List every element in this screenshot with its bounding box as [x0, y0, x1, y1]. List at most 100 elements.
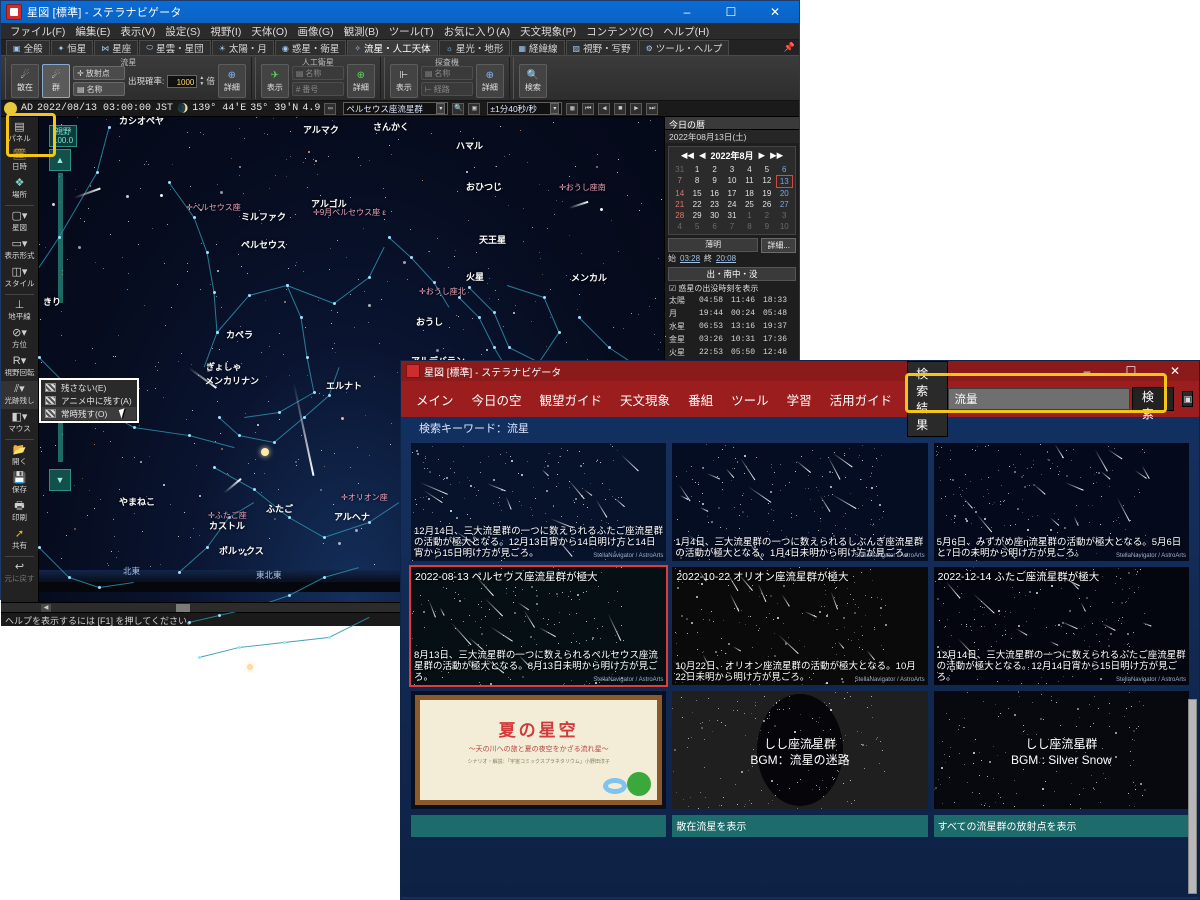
satellite-number-toggle[interactable]: # 番号: [291, 82, 344, 96]
calendar-day[interactable]: 19: [758, 188, 775, 199]
satellite-detail-button[interactable]: ⊕ 詳細: [346, 64, 375, 98]
meteor-detail-button[interactable]: ⊕ 詳細: [217, 64, 246, 98]
calendar-widget[interactable]: ◀◀ ◀ 2022年8月 ▶ ▶▶ 31 1 2 3 4 5 6 7 8 9 10 11 12 13 14 1…: [668, 146, 796, 235]
menu-fov[interactable]: 視野(I): [205, 24, 246, 39]
vertical-scrollbar[interactable]: [1188, 699, 1197, 894]
meteor-sporadic-button[interactable]: ☄ 散在: [11, 64, 39, 98]
calendar-day[interactable]: 4: [671, 221, 688, 232]
sidebar-item-azimuth[interactable]: ⊘▾ 方位: [1, 325, 38, 353]
sidebar-item-chart[interactable]: ▢▾ 星図: [1, 208, 38, 236]
timezone-label[interactable]: JST: [155, 103, 173, 114]
menu-image[interactable]: 画像(G): [293, 24, 339, 39]
chevron-down-icon[interactable]: ▾: [436, 103, 446, 114]
result-card[interactable]: しし座流星群 BGM：流星の迷路: [672, 691, 928, 809]
nav-tools[interactable]: ツール: [722, 390, 778, 409]
menu-observe[interactable]: 観測(B): [339, 24, 384, 39]
result-card[interactable]: 5月6日、みずがめ座η流星群の活動が極大となる。5月6日と7日の未明から明け方が…: [933, 443, 1189, 561]
show-planet-times-checkbox[interactable]: ☑ 惑星の出没時刻を表示: [665, 283, 799, 294]
meteor-shower-button[interactable]: ☄ 群: [42, 64, 70, 98]
context-item-no-trail[interactable]: 残さない(E): [42, 381, 136, 394]
calendar-day[interactable]: 24: [723, 199, 740, 210]
card-footer-strip[interactable]: [411, 815, 667, 837]
cal-prev-button[interactable]: ◀: [699, 150, 706, 161]
ribbon-tab-planets[interactable]: ◉ 惑星・衛星: [274, 40, 347, 55]
rate-input[interactable]: 1000: [167, 74, 198, 88]
calendar-day[interactable]: 15: [688, 188, 705, 199]
calendar-day[interactable]: 9: [706, 175, 723, 188]
result-card[interactable]: 夏の星空 ～天の川への旅と夏の夜空をかざる流れ星～ シナリオ・解説：「宇宙コミックス…: [411, 691, 667, 809]
ribbon-tab-constellations[interactable]: ⋈ 星座: [94, 40, 139, 55]
menu-edit[interactable]: 編集(E): [70, 24, 115, 39]
nav-observing-guide[interactable]: 観望ガイド: [531, 390, 612, 409]
calendar-day[interactable]: 6: [776, 164, 793, 175]
nav-main[interactable]: メイン: [407, 390, 463, 409]
calendar-day[interactable]: 26: [758, 199, 775, 210]
menu-file[interactable]: ファイル(F): [5, 24, 70, 39]
close-button[interactable]: ✕: [1153, 360, 1197, 382]
satellite-show-button[interactable]: ✈ 表示: [260, 64, 289, 98]
calendar-day[interactable]: 18: [741, 188, 758, 199]
menu-help[interactable]: ヘルプ(H): [658, 24, 714, 39]
sidebar-item-undo[interactable]: ↩ 元に戻す: [1, 559, 38, 587]
sidebar-item-trail[interactable]: ⫽▾ 光跡残し: [1, 381, 38, 409]
screen-icon[interactable]: ▭: [324, 102, 337, 115]
ribbon-tab-general[interactable]: ▣ 全般: [6, 40, 50, 55]
zoom-slider-track-lower[interactable]: [58, 422, 63, 462]
calendar-day[interactable]: 16: [706, 188, 723, 199]
menu-favorites[interactable]: お気に入り(A): [439, 24, 516, 39]
calendar-day[interactable]: 12: [758, 175, 775, 188]
context-item-anim-trail[interactable]: アニメ中に残す(A): [42, 394, 136, 407]
sidebar-item-rotate[interactable]: R▾ 視野回転: [1, 353, 38, 381]
result-card[interactable]: しし座流星群 BGM : Silver Snow: [933, 691, 1189, 809]
ribbon-tab-fov[interactable]: ▨ 視野・写野: [565, 40, 638, 55]
scroll-left-arrow[interactable]: ◀: [41, 604, 51, 612]
calendar-day[interactable]: 1: [741, 210, 758, 221]
probe-show-button[interactable]: ⊩ 表示: [389, 64, 418, 98]
sidebar-item-datetime[interactable]: 🗓 日時: [1, 147, 38, 175]
ribbon-tab-grid[interactable]: ▦ 経緯線: [511, 40, 565, 55]
transport-prev[interactable]: ◀: [598, 102, 611, 115]
calendar-day[interactable]: 7: [671, 175, 688, 188]
menu-phenomena[interactable]: 天文現象(P): [515, 24, 581, 39]
ribbon-tab-nebulae[interactable]: ⬭ 星雲・星団: [139, 40, 211, 55]
sidebar-item-save[interactable]: 💾 保存: [1, 470, 38, 498]
calendar-icon[interactable]: ▦: [566, 102, 579, 115]
chevron-down-icon[interactable]: ▾: [550, 103, 560, 114]
cal-first-button[interactable]: ◀◀: [681, 150, 694, 161]
maximize-button[interactable]: ☐: [1109, 360, 1153, 382]
cal-next-button[interactable]: ▶: [759, 150, 766, 161]
probe-name-toggle[interactable]: ▤ 名称: [420, 66, 473, 80]
calendar-grid[interactable]: 31 1 2 3 4 5 6 7 8 9 10 11 12 13 14 15 16 17 18 19 20 21 22 23 2…: [671, 164, 793, 232]
calendar-day[interactable]: 2: [706, 164, 723, 175]
card-footer-strip[interactable]: すべての流星群の放射点を表示: [933, 815, 1189, 837]
calendar-day[interactable]: 5: [688, 221, 705, 232]
calendar-day[interactable]: 3: [776, 210, 793, 221]
sidebar-item-display-format[interactable]: ▭▾ 表示形式: [1, 236, 38, 264]
transport-stop[interactable]: ■: [614, 102, 627, 115]
calendar-day[interactable]: 5: [758, 164, 775, 175]
rate-spinner[interactable]: ▲ ▼: [199, 75, 204, 87]
calendar-day[interactable]: 3: [723, 164, 740, 175]
calendar-day[interactable]: 4: [741, 164, 758, 175]
calendar-day[interactable]: 1: [688, 164, 705, 175]
calendar-day[interactable]: 29: [688, 210, 705, 221]
calendar-day[interactable]: 9: [758, 221, 775, 232]
calendar-day[interactable]: 21: [671, 199, 688, 210]
sidebar-item-print[interactable]: 🖶 印刷: [1, 498, 38, 526]
calendar-day[interactable]: 10: [723, 175, 740, 188]
calendar-day[interactable]: 8: [741, 221, 758, 232]
calendar-day[interactable]: 23: [706, 199, 723, 210]
ribbon-tab-terrain[interactable]: ☼ 星光・地形: [438, 40, 511, 55]
ribbon-tab-stars[interactable]: ✦ 恒星: [50, 40, 94, 55]
calendar-day[interactable]: 7: [723, 221, 740, 232]
nav-phenomena[interactable]: 天文現象: [611, 390, 679, 409]
minimize-button[interactable]: –: [665, 1, 709, 23]
sidebar-item-share[interactable]: ➚ 共有: [1, 526, 38, 554]
result-card[interactable]: 2022-08-13 ペルセウス座流星群が極大 8月13日、三大流星群の一つに数え…: [408, 565, 669, 687]
nav-today-sky[interactable]: 今日の空: [463, 390, 531, 409]
ribbon-tab-meteors[interactable]: ✧ 流星・人工天体: [347, 40, 438, 55]
calendar-day[interactable]: 22: [688, 199, 705, 210]
sidebar-item-open[interactable]: 📂 開く: [1, 442, 38, 470]
sidebar-item-mouse[interactable]: ◧▾ マウス: [1, 409, 38, 437]
app-icon-button[interactable]: ▣: [1182, 391, 1193, 407]
